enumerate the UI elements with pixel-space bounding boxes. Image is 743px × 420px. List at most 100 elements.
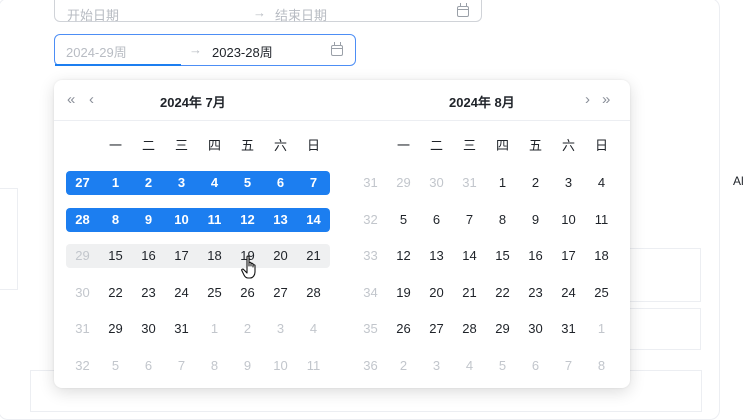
day-cell[interactable]: 5 [99, 355, 132, 377]
day-cell[interactable]: 18 [585, 245, 618, 267]
day-cell[interactable]: 6 [420, 209, 453, 231]
day-cell[interactable]: 13 [420, 245, 453, 267]
day-cell[interactable]: 2 [132, 172, 165, 194]
day-cell[interactable]: 10 [552, 209, 585, 231]
day-cell[interactable]: 8 [198, 355, 231, 377]
prev-month-button[interactable]: ‹ [89, 91, 94, 109]
day-cell[interactable]: 14 [453, 245, 486, 267]
day-cell[interactable]: 21 [297, 245, 330, 267]
day-cell[interactable]: 29 [387, 172, 420, 194]
day-cell[interactable]: 21 [453, 282, 486, 304]
day-cell[interactable]: 23 [519, 282, 552, 304]
day-cell[interactable]: 28 [297, 282, 330, 304]
day-cell[interactable]: 24 [552, 282, 585, 304]
day-cell[interactable]: 19 [387, 282, 420, 304]
day-cell[interactable]: 31 [165, 318, 198, 340]
next-year-button[interactable]: » [602, 91, 610, 109]
day-cell[interactable]: 4 [198, 172, 231, 194]
day-cell[interactable]: 8 [99, 209, 132, 231]
day-cell[interactable]: 12 [231, 209, 264, 231]
day-cell[interactable]: 15 [99, 245, 132, 267]
day-cell[interactable]: 7 [552, 355, 585, 377]
week-number[interactable]: 32 [354, 209, 387, 231]
day-cell[interactable]: 20 [264, 245, 297, 267]
day-cell[interactable]: 1 [486, 172, 519, 194]
week-range-input[interactable]: 2024-29周 → 2023-28周 [54, 34, 356, 66]
day-cell[interactable]: 28 [453, 318, 486, 340]
start-week-field[interactable]: 2024-29周 [66, 42, 127, 61]
day-cell[interactable]: 5 [231, 172, 264, 194]
day-cell[interactable]: 16 [132, 245, 165, 267]
day-cell[interactable]: 14 [297, 209, 330, 231]
day-cell[interactable]: 27 [420, 318, 453, 340]
day-cell[interactable]: 11 [297, 355, 330, 377]
day-cell[interactable]: 29 [99, 318, 132, 340]
week-number[interactable]: 30 [66, 282, 99, 304]
day-cell[interactable]: 3 [420, 355, 453, 377]
day-cell[interactable]: 17 [165, 245, 198, 267]
day-cell[interactable]: 30 [420, 172, 453, 194]
day-cell[interactable]: 24 [165, 282, 198, 304]
day-cell[interactable]: 9 [519, 209, 552, 231]
day-cell[interactable]: 10 [165, 209, 198, 231]
day-cell[interactable]: 6 [132, 355, 165, 377]
day-cell[interactable]: 18 [198, 245, 231, 267]
day-cell[interactable]: 26 [231, 282, 264, 304]
day-cell[interactable]: 2 [387, 355, 420, 377]
day-cell[interactable]: 3 [552, 172, 585, 194]
day-cell[interactable]: 9 [132, 209, 165, 231]
day-cell[interactable]: 7 [453, 209, 486, 231]
week-number[interactable]: 32 [66, 355, 99, 377]
day-cell[interactable]: 13 [264, 209, 297, 231]
day-cell[interactable]: 31 [453, 172, 486, 194]
week-number[interactable]: 31 [66, 318, 99, 340]
day-cell[interactable]: 12 [387, 245, 420, 267]
day-cell[interactable]: 9 [231, 355, 264, 377]
day-cell[interactable]: 5 [387, 209, 420, 231]
day-cell[interactable]: 2 [231, 318, 264, 340]
day-cell[interactable]: 22 [486, 282, 519, 304]
end-date-placeholder[interactable]: 结束日期 [275, 5, 327, 24]
week-number[interactable]: 34 [354, 282, 387, 304]
day-cell[interactable]: 7 [297, 172, 330, 194]
day-cell[interactable]: 4 [585, 172, 618, 194]
week-number[interactable]: 27 [66, 172, 99, 194]
day-cell[interactable]: 8 [486, 209, 519, 231]
day-cell[interactable]: 29 [486, 318, 519, 340]
week-number[interactable]: 31 [354, 172, 387, 194]
day-cell[interactable]: 2 [519, 172, 552, 194]
day-cell[interactable]: 30 [132, 318, 165, 340]
day-cell[interactable]: 20 [420, 282, 453, 304]
day-cell[interactable]: 3 [165, 172, 198, 194]
day-cell[interactable]: 11 [585, 209, 618, 231]
week-number[interactable]: 33 [354, 245, 387, 267]
day-cell[interactable]: 22 [99, 282, 132, 304]
day-cell[interactable]: 6 [264, 172, 297, 194]
day-cell[interactable]: 3 [264, 318, 297, 340]
week-number[interactable]: 28 [66, 209, 99, 231]
date-range-input[interactable]: 开始日期 → 结束日期 [54, 0, 482, 24]
day-cell[interactable]: 1 [585, 318, 618, 340]
end-week-field[interactable]: 2023-28周 [212, 42, 273, 61]
day-cell[interactable]: 5 [486, 355, 519, 377]
day-cell[interactable]: 4 [297, 318, 330, 340]
prev-year-button[interactable]: « [67, 91, 75, 109]
day-cell[interactable]: 7 [165, 355, 198, 377]
day-cell[interactable]: 15 [486, 245, 519, 267]
day-cell[interactable]: 25 [585, 282, 618, 304]
day-cell[interactable]: 31 [552, 318, 585, 340]
week-number[interactable]: 35 [354, 318, 387, 340]
week-number[interactable]: 36 [354, 355, 387, 377]
day-cell[interactable]: 25 [198, 282, 231, 304]
start-date-placeholder[interactable]: 开始日期 [67, 5, 119, 24]
day-cell[interactable]: 4 [453, 355, 486, 377]
day-cell[interactable]: 30 [519, 318, 552, 340]
day-cell[interactable]: 1 [99, 172, 132, 194]
week-number[interactable]: 29 [66, 245, 99, 267]
day-cell[interactable]: 6 [519, 355, 552, 377]
day-cell[interactable]: 17 [552, 245, 585, 267]
day-cell[interactable]: 8 [585, 355, 618, 377]
day-cell[interactable]: 11 [198, 209, 231, 231]
next-month-button[interactable]: › [585, 91, 590, 109]
day-cell[interactable]: 16 [519, 245, 552, 267]
